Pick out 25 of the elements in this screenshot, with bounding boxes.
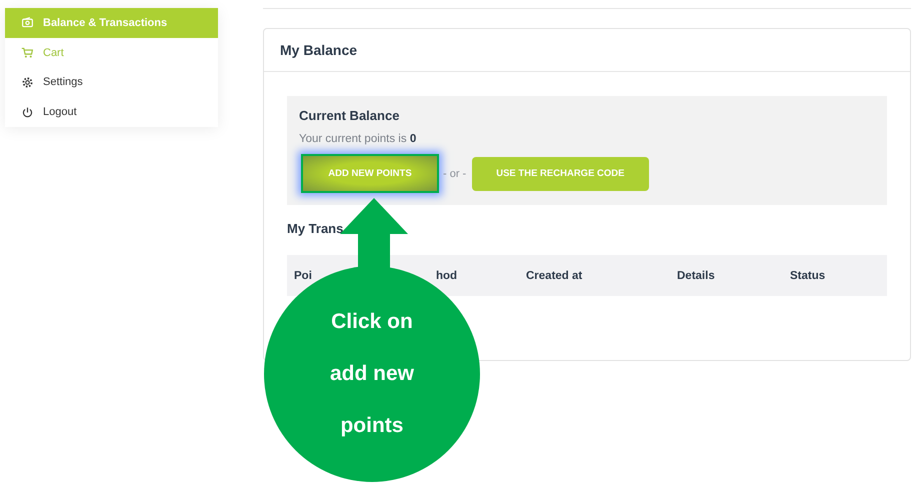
column-header: Created at bbox=[526, 270, 584, 282]
settings-icon bbox=[21, 76, 34, 89]
sidebar-label: Logout bbox=[43, 106, 77, 118]
power-icon bbox=[21, 106, 34, 119]
action-button[interactable]: ADD NEW POINTS bbox=[303, 156, 437, 191]
sidebar-item[interactable]: Cart bbox=[5, 38, 218, 68]
panel-title: Current Balance bbox=[299, 107, 400, 123]
wallet-icon bbox=[21, 16, 34, 30]
cart-icon bbox=[21, 46, 34, 60]
separator-text: - or - bbox=[443, 168, 466, 180]
section-title: My Trans bbox=[287, 221, 344, 236]
column-header: Details bbox=[677, 270, 716, 282]
column-header: Poi bbox=[294, 270, 313, 282]
sidebar-item[interactable]: Balance & Transactions bbox=[5, 8, 218, 38]
sidebar-item[interactable]: Logout bbox=[5, 97, 218, 127]
card-title: My Balance bbox=[264, 29, 910, 72]
column-header: Status bbox=[790, 270, 826, 282]
sidebar-label: Settings bbox=[43, 76, 83, 88]
column-header: hod bbox=[436, 270, 458, 282]
sidebar-item[interactable]: Settings bbox=[5, 68, 218, 98]
action-button[interactable]: USE THE RECHARGE CODE bbox=[472, 156, 648, 190]
sidebar-label: Balance & Transactions bbox=[43, 16, 168, 29]
points-text: Your current points is 0 bbox=[299, 133, 418, 145]
sidebar-label: Cart bbox=[43, 46, 64, 59]
callout-text: Click on add new points bbox=[330, 309, 414, 439]
